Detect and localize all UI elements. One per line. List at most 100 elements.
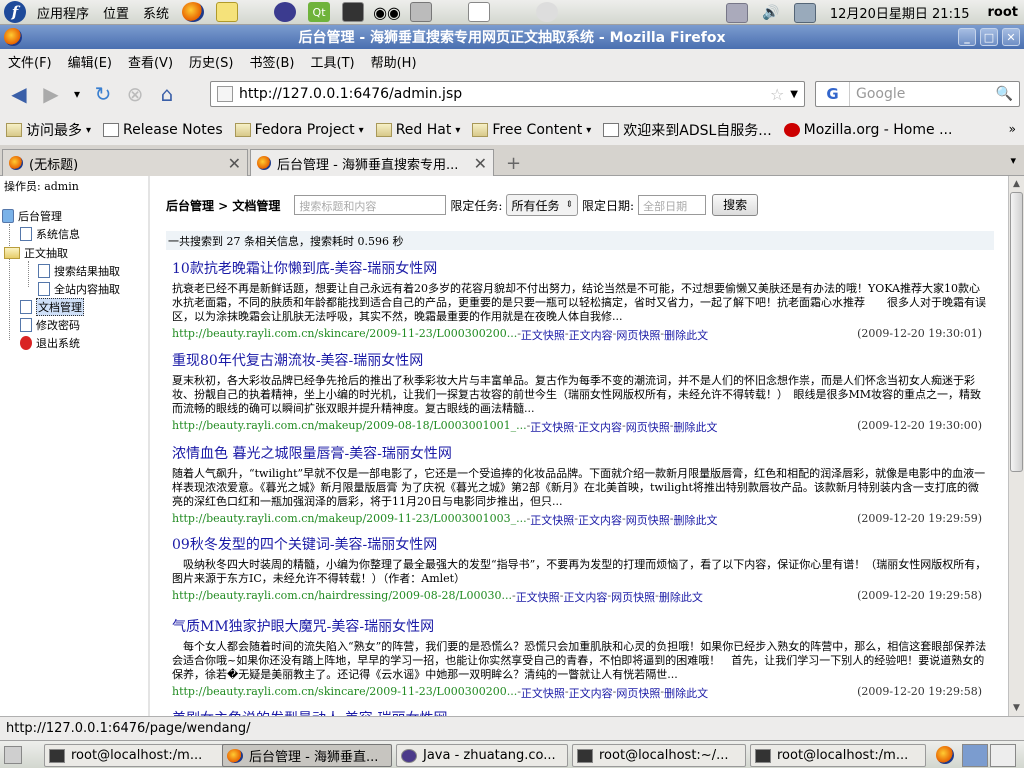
- close-tab-icon[interactable]: ✕: [228, 154, 241, 173]
- task-terminal-3[interactable]: root@localhost:/m...: [750, 744, 926, 767]
- bookmark-red-hat[interactable]: Red Hat ▾: [375, 122, 460, 138]
- menu-system[interactable]: 系统: [136, 3, 176, 22]
- task-terminal-2[interactable]: root@localhost:~/...: [572, 744, 746, 767]
- url-text[interactable]: http://127.0.0.1:6476/admin.jsp: [239, 86, 770, 102]
- task-java[interactable]: Java - zhuatang.co...: [396, 744, 568, 767]
- forward-arrow-icon[interactable]: ▶: [38, 81, 64, 107]
- snapshot-link[interactable]: 正文快照: [530, 419, 574, 435]
- firefox-tray-icon[interactable]: [936, 746, 954, 764]
- search-icon[interactable]: 🔍: [996, 86, 1013, 102]
- bookmark-mozilla[interactable]: Mozilla.org - Home ...: [783, 122, 952, 138]
- menu-history[interactable]: 历史(S): [181, 52, 241, 71]
- text-editor-launcher-icon[interactable]: [216, 2, 239, 22]
- snapshot-link[interactable]: 正文快照: [516, 589, 560, 605]
- result-url[interactable]: http://beauty.rayli.com.cn/makeup/2009-1…: [172, 512, 527, 528]
- bookmark-free-content[interactable]: Free Content ▾: [472, 122, 591, 138]
- result-url[interactable]: http://beauty.rayli.com.cn/makeup/2009-0…: [172, 419, 527, 435]
- workspace-switcher[interactable]: [962, 744, 1018, 767]
- maximize-button[interactable]: □: [980, 28, 998, 46]
- delete-link[interactable]: 删除此文: [659, 589, 703, 605]
- date-input[interactable]: 全部日期: [638, 195, 707, 215]
- web-search-box[interactable]: G Google 🔍: [815, 81, 1020, 107]
- qt-launcher-icon[interactable]: Qt: [308, 2, 331, 22]
- search-button[interactable]: 搜索: [712, 194, 759, 216]
- tab-untitled[interactable]: (无标题) ✕: [2, 149, 248, 176]
- network-icon[interactable]: [725, 2, 748, 23]
- clock[interactable]: 12月20日星期日 21:15: [830, 3, 970, 22]
- search-engine-selector[interactable]: G: [816, 82, 850, 106]
- result-title-link[interactable]: 10款抗老晚霜让你懒到底-美容-瑞丽女性网: [172, 258, 988, 278]
- user-menu[interactable]: root: [988, 5, 1019, 20]
- result-title-link[interactable]: 浓情血色 暮光之城限量唇膏-美容-瑞丽女性网: [172, 443, 988, 463]
- url-bar[interactable]: http://127.0.0.1:6476/admin.jsp ☆ ▼: [210, 81, 805, 107]
- content-link[interactable]: 正文内容: [578, 512, 622, 528]
- stop-icon[interactable]: ⊗: [122, 81, 148, 107]
- result-title-link[interactable]: 09秋冬发型的四个关键词-美容-瑞丽女性网: [172, 534, 988, 554]
- history-dropdown-icon[interactable]: ▾: [70, 81, 84, 107]
- firefox-launcher-icon[interactable]: [182, 2, 205, 22]
- bookmark-adsl[interactable]: 欢迎来到ADSL自服务...: [603, 120, 772, 140]
- close-tab-icon[interactable]: ✕: [474, 154, 487, 173]
- back-arrow-icon[interactable]: ◀: [6, 81, 32, 107]
- menu-applications[interactable]: 应用程序: [30, 3, 96, 22]
- update-notifier-icon[interactable]: [536, 2, 559, 22]
- result-url[interactable]: http://beauty.rayli.com.cn/skincare/2009…: [172, 685, 517, 701]
- delete-link[interactable]: 删除此文: [673, 419, 717, 435]
- window-title-bar[interactable]: 后台管理 - 海狮垂直搜索专用网页正文抽取系统 - Mozilla Firefo…: [0, 25, 1024, 49]
- snapshot-link[interactable]: 正文快照: [521, 327, 565, 343]
- vertical-scrollbar[interactable]: ▲ ▼: [1008, 176, 1024, 716]
- result-url[interactable]: http://beauty.rayli.com.cn/hairdressing/…: [172, 589, 512, 605]
- result-title-link[interactable]: 美剧女主角说的发型最动人-美容-瑞丽女性网: [172, 708, 988, 716]
- tab-admin[interactable]: 后台管理 - 海狮垂直搜索专用... ✕: [250, 149, 494, 176]
- tab-list-icon[interactable]: ▾: [1010, 154, 1016, 167]
- menu-file[interactable]: 文件(F): [0, 52, 60, 71]
- scroll-thumb[interactable]: [1010, 192, 1023, 472]
- reload-icon[interactable]: ↻: [90, 81, 116, 107]
- page-snapshot-link[interactable]: 网页快照: [616, 327, 660, 343]
- result-title-link[interactable]: 气质MM独家护眼大魔咒-美容-瑞丽女性网: [172, 616, 988, 636]
- task-select[interactable]: 所有任务 ⇕: [506, 194, 579, 216]
- volume-icon[interactable]: 🔊: [760, 3, 782, 23]
- content-link[interactable]: 正文内容: [563, 589, 607, 605]
- menu-bookmarks[interactable]: 书签(B): [241, 52, 302, 71]
- menu-view[interactable]: 查看(V): [120, 52, 181, 71]
- task-terminal-1[interactable]: root@localhost:/m...: [44, 744, 244, 767]
- tree-item-site-extract[interactable]: 全站内容抽取: [38, 281, 120, 297]
- bookmark-most-visited[interactable]: 访问最多 ▾: [6, 120, 91, 140]
- tree-item-search-extract[interactable]: 搜索结果抽取: [38, 263, 120, 279]
- tree-item-extract[interactable]: 正文抽取: [4, 245, 68, 261]
- tree-item-system-info[interactable]: 系统信息: [20, 226, 80, 242]
- page-snapshot-link[interactable]: 网页快照: [626, 419, 670, 435]
- delete-link[interactable]: 删除此文: [664, 327, 708, 343]
- search-input[interactable]: Google: [850, 86, 996, 102]
- menu-places[interactable]: 位置: [96, 3, 136, 22]
- delete-link[interactable]: 删除此文: [664, 685, 708, 701]
- home-icon[interactable]: ⌂: [154, 81, 180, 107]
- scroll-down-arrow-icon[interactable]: ▼: [1009, 700, 1024, 716]
- snapshot-link[interactable]: 正文快照: [530, 512, 574, 528]
- new-tab-icon[interactable]: +: [506, 153, 521, 174]
- fedora-logo-icon[interactable]: f: [4, 1, 26, 23]
- workspace-2[interactable]: [990, 744, 1016, 767]
- workspace-1[interactable]: [962, 744, 988, 767]
- menu-help[interactable]: 帮助(H): [363, 52, 425, 71]
- eyes-applet-icon[interactable]: ◉◉: [373, 2, 401, 22]
- menu-edit[interactable]: 编辑(E): [60, 52, 120, 71]
- content-link[interactable]: 正文内容: [569, 327, 613, 343]
- content-link[interactable]: 正文内容: [569, 685, 613, 701]
- page-snapshot-link[interactable]: 网页快照: [616, 685, 660, 701]
- tree-item-change-password[interactable]: 修改密码: [20, 317, 80, 333]
- url-dropdown-icon[interactable]: ▼: [790, 89, 798, 100]
- terminal-launcher-icon[interactable]: [342, 2, 365, 22]
- result-title-link[interactable]: 重现80年代复古潮流妆-美容-瑞丽女性网: [172, 350, 988, 370]
- notepad-launcher-icon[interactable]: [468, 2, 491, 22]
- show-desktop-icon[interactable]: [4, 746, 22, 764]
- close-window-button[interactable]: ✕: [1002, 28, 1020, 46]
- firefox-window-icon[interactable]: [4, 28, 22, 46]
- system-monitor-icon[interactable]: [410, 2, 433, 22]
- minimize-button[interactable]: _: [958, 28, 976, 46]
- display-icon[interactable]: [793, 2, 816, 23]
- snapshot-link[interactable]: 正文快照: [521, 685, 565, 701]
- scroll-up-arrow-icon[interactable]: ▲: [1009, 176, 1024, 192]
- tree-root[interactable]: 后台管理: [2, 208, 62, 224]
